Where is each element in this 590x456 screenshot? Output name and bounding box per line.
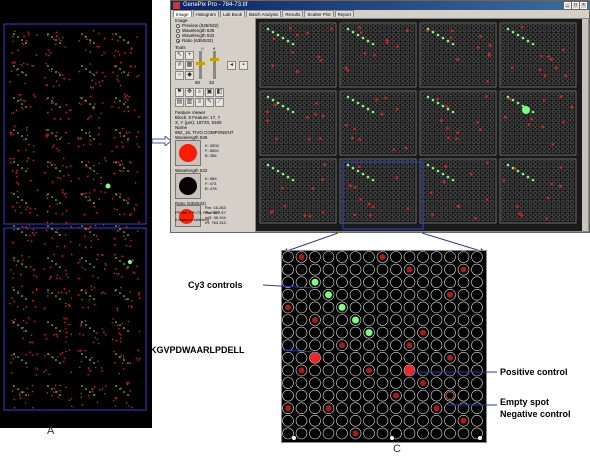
panel-letter-c: C bbox=[393, 443, 401, 455]
annotation-leaders bbox=[262, 284, 497, 406]
cy3-leader bbox=[262, 284, 315, 289]
cy3-controls-label: Cy3 controls bbox=[188, 280, 243, 290]
empty-spot-label: Empty spot bbox=[500, 397, 550, 407]
positive-control-label: Positive control bbox=[500, 367, 568, 377]
negative-control-label: Negative control bbox=[500, 409, 571, 419]
panel-letter-a: A bbox=[47, 425, 55, 437]
peptide-label: KGVPDWAARLPDELL bbox=[150, 345, 245, 355]
peptide-leader bbox=[282, 349, 316, 353]
